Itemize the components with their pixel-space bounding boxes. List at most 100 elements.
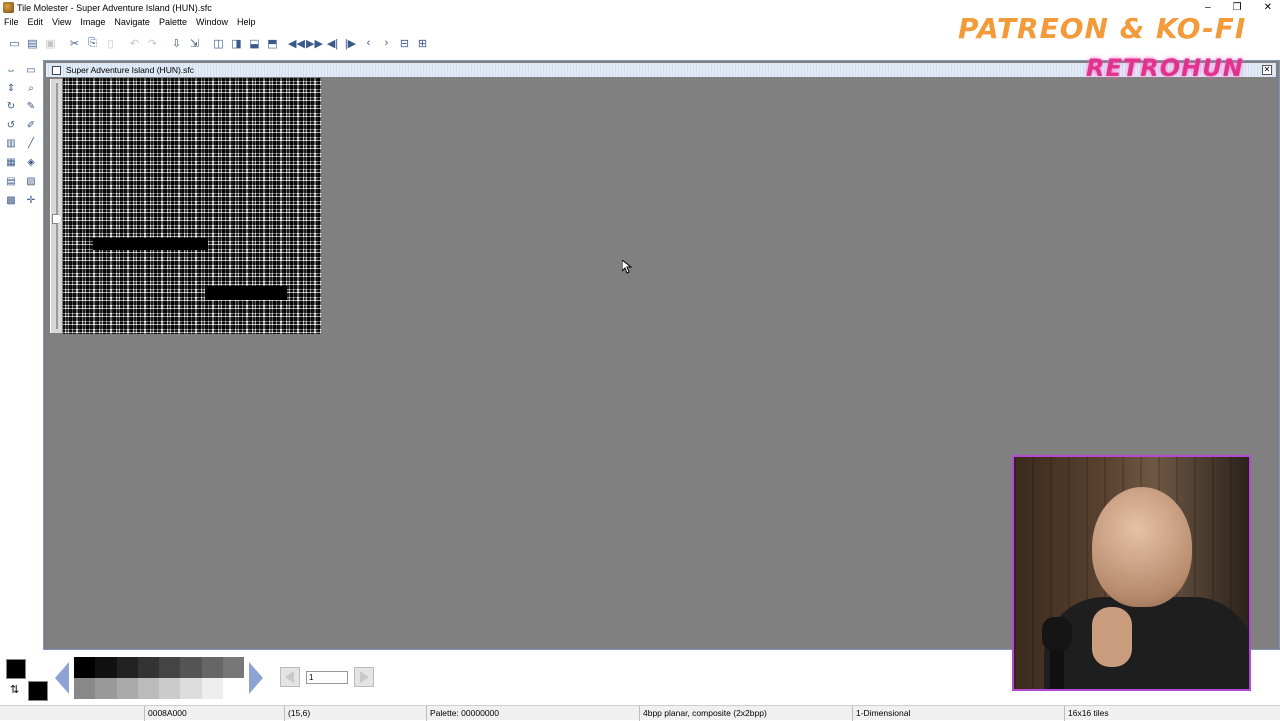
palette-color-2[interactable]	[116, 657, 138, 678]
status-bar: 0008A000 (15,6) Palette: 00000000 4bpp p…	[0, 705, 1280, 721]
undo-icon[interactable]: ↶	[126, 35, 143, 52]
status-palette: Palette: 00000000	[426, 706, 639, 721]
arrow-left-icon	[55, 662, 69, 694]
document-close-button[interactable]: ✕	[1262, 65, 1272, 75]
decrease-width-icon[interactable]: ◫	[210, 35, 227, 52]
palette-color-6[interactable]	[201, 657, 223, 678]
palette-page-forward-button[interactable]	[354, 667, 374, 687]
webcam-person-hand	[1092, 607, 1132, 667]
rotate-left-icon[interactable]: ↺	[3, 117, 19, 133]
next-palette-button[interactable]	[246, 659, 266, 697]
row-slider-track	[56, 83, 58, 329]
row-back-icon[interactable]: ◀|	[324, 35, 341, 52]
palette-color-3[interactable]	[137, 657, 159, 678]
palette-color-7[interactable]	[222, 657, 244, 678]
menu-window[interactable]: Window	[196, 17, 228, 27]
menu-edit[interactable]: Edit	[28, 17, 44, 27]
paste-icon[interactable]: ▯	[102, 35, 119, 52]
page-forward-icon[interactable]: ▶▶	[306, 35, 323, 52]
previous-palette-button[interactable]	[52, 659, 72, 697]
zoom-tool-icon[interactable]: ⌕	[23, 80, 39, 96]
copy-icon[interactable]: ⎘	[84, 35, 101, 52]
byte-back-icon[interactable]: ⊟	[396, 35, 413, 52]
menu-navigate[interactable]: Navigate	[114, 17, 150, 27]
flip-icon[interactable]: ⇕	[3, 80, 19, 96]
foreground-color-swatch[interactable]	[6, 659, 26, 679]
replace-tool-icon[interactable]: ▧	[23, 173, 39, 189]
microphone-arm	[1050, 647, 1064, 689]
row-slider[interactable]	[50, 79, 62, 333]
palette-color-9[interactable]	[95, 678, 117, 699]
redo-icon[interactable]: ↷	[144, 35, 161, 52]
swap-colors-icon[interactable]: ⇅	[10, 683, 19, 696]
cut-icon[interactable]: ✂	[66, 35, 83, 52]
grid-icon[interactable]: ▦	[3, 154, 19, 170]
document-icon	[52, 65, 61, 75]
decrease-height-icon[interactable]: ⬓	[246, 35, 263, 52]
new-file-icon[interactable]: ▭	[6, 35, 23, 52]
window-title: Tile Molester - Super Adventure Island (…	[17, 2, 212, 13]
menu-view[interactable]: View	[52, 17, 71, 27]
retrohun-overlay-logo: RETROHUN	[1086, 54, 1244, 82]
grid-toggle-icon[interactable]: ▩	[3, 192, 19, 208]
palette-color-0[interactable]	[74, 657, 96, 678]
background-color-swatch[interactable]	[28, 681, 48, 701]
menu-image[interactable]: Image	[80, 17, 105, 27]
row-slider-knob[interactable]	[52, 214, 62, 224]
menu-palette[interactable]: Palette	[159, 17, 187, 27]
brush-tool-icon[interactable]: ✐	[23, 117, 39, 133]
palette-page-field[interactable]: 1	[306, 671, 348, 684]
move-tool-icon[interactable]: ▤	[3, 173, 19, 189]
color-picker-icon[interactable]: ✛	[23, 192, 39, 208]
pencil-tool-icon[interactable]: ✎	[23, 98, 39, 114]
palette-color-11[interactable]	[137, 678, 159, 699]
palette-color-4[interactable]	[159, 657, 181, 678]
chevron-right-icon	[360, 671, 369, 683]
document-frame-title: Super Adventure Island (HUN).sfc	[66, 65, 195, 75]
byte-forward-icon[interactable]: ⊞	[414, 35, 431, 52]
palette-color-10[interactable]	[116, 678, 138, 699]
status-coordinates: (15,6)	[284, 706, 426, 721]
rotate-right-icon[interactable]: ↻	[3, 98, 19, 114]
color-swatches: ⇅	[4, 657, 50, 701]
palette-page-back-button[interactable]	[280, 667, 300, 687]
document-frame	[47, 77, 323, 335]
status-mode: 1-Dimensional	[852, 706, 1064, 721]
palette-color-12[interactable]	[159, 678, 181, 699]
tool-palette: ⇔ ▭ ⇕ ⌕ ↻ ✎ ↺ ✐ ▥ ╱ ▦ ◈ ▤ ▧ ▩ ✛	[1, 60, 43, 210]
palette-color-5[interactable]	[180, 657, 202, 678]
patreon-overlay-text: PATREON & KO-FI	[958, 12, 1247, 45]
status-tile-size: 16x16 tiles	[1064, 706, 1280, 721]
fill-tool-icon[interactable]: ◈	[23, 154, 39, 170]
palette-color-1[interactable]	[95, 657, 117, 678]
menu-file[interactable]: File	[4, 17, 19, 27]
arrow-right-icon	[249, 662, 263, 694]
close-button[interactable]: ✕	[1264, 2, 1272, 13]
add-bookmark-icon[interactable]: ⇲	[186, 35, 203, 52]
increase-width-icon[interactable]: ◨	[228, 35, 245, 52]
status-empty	[0, 706, 144, 721]
palette-color-15[interactable]	[222, 678, 244, 699]
webcam-person-head	[1092, 487, 1192, 607]
tile-back-icon[interactable]: ‹	[360, 35, 377, 52]
palette-color-14[interactable]	[201, 678, 223, 699]
mirror-icon[interactable]: ⇔	[3, 62, 19, 78]
go-to-icon[interactable]: ⇩	[168, 35, 185, 52]
save-icon[interactable]: ▣	[42, 35, 59, 52]
menu-help[interactable]: Help	[237, 17, 256, 27]
tile-canvas[interactable]	[63, 78, 321, 334]
microphone-icon	[1042, 617, 1072, 651]
palette-color-13[interactable]	[180, 678, 202, 699]
open-file-icon[interactable]: ▤	[24, 35, 41, 52]
tile-forward-icon[interactable]: ›	[378, 35, 395, 52]
webcam-overlay	[1012, 455, 1251, 691]
line-tool-icon[interactable]: ╱	[23, 135, 39, 151]
selection-tool-icon[interactable]: ▭	[23, 62, 39, 78]
page-back-icon[interactable]: ◀◀	[288, 35, 305, 52]
palette-color-8[interactable]	[74, 678, 96, 699]
row-forward-icon[interactable]: |▶	[342, 35, 359, 52]
shift-icon[interactable]: ▥	[3, 135, 19, 151]
increase-height-icon[interactable]: ⬒	[264, 35, 281, 52]
tile-molester-app-icon	[3, 2, 14, 13]
webcam-person-body	[1044, 597, 1249, 689]
